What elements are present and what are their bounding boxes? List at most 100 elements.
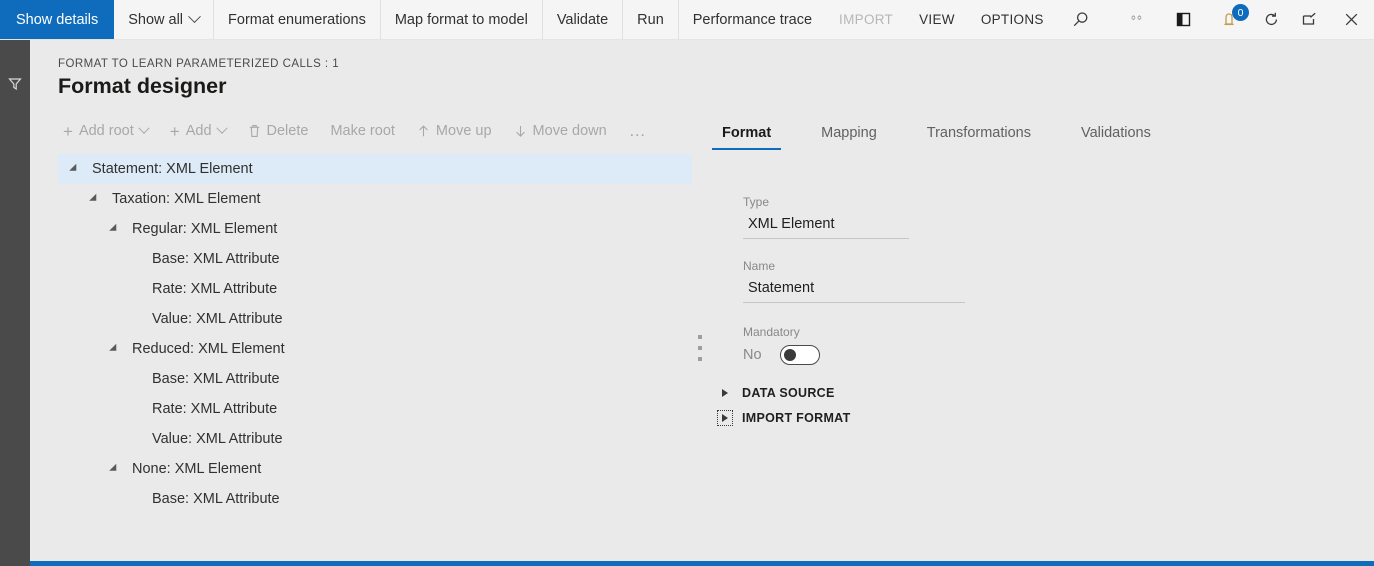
name-input[interactable]: Statement — [743, 276, 965, 303]
name-field: Name Statement — [743, 259, 965, 303]
chevron-right-icon-box — [718, 386, 732, 400]
tree-row[interactable]: Base: XML Attribute — [58, 484, 692, 514]
add-label: Add — [185, 123, 212, 139]
show-details-label: Show details — [16, 11, 99, 28]
close-icon — [1345, 13, 1357, 26]
notifications-button[interactable]: 0 — [1206, 0, 1252, 39]
toolbar-item-label: Format enumerations — [228, 11, 366, 28]
tree-expand-arrow-icon[interactable] — [109, 463, 120, 475]
tab-validations[interactable]: Validations — [1071, 125, 1161, 150]
refresh-button[interactable] — [1252, 0, 1290, 39]
tree-row-label: Base: XML Attribute — [152, 371, 280, 387]
tree-row-label: Value: XML Attribute — [152, 311, 283, 327]
filter-funnel-icon — [8, 78, 22, 91]
tab-label: Transformations — [926, 125, 1031, 141]
tree-row[interactable]: Value: XML Attribute — [58, 424, 692, 454]
format-tree: Statement: XML Element Taxation: XML Elem… — [58, 154, 692, 514]
toolbar-item-label: OPTIONS — [980, 12, 1044, 27]
tree-row[interactable]: Base: XML Attribute — [58, 364, 692, 394]
toolbar-item-label: Validate — [556, 11, 609, 28]
tree-row-label: Reduced: XML Element — [132, 341, 285, 357]
tree-row[interactable]: Statement: XML Element — [58, 154, 692, 184]
tree-row-label: Statement: XML Element — [92, 161, 253, 177]
overflow-menu-button[interactable]: … — [618, 121, 659, 141]
close-button[interactable] — [1328, 0, 1374, 39]
open-in-new-window-icon — [1302, 12, 1316, 25]
panel-splitter-handle[interactable] — [696, 335, 704, 361]
tree-row-label: Regular: XML Element — [132, 221, 278, 237]
arrow-up-icon — [419, 125, 428, 137]
plus-icon: + — [63, 121, 73, 141]
notifications-badge: 0 — [1232, 4, 1249, 21]
tree-expand-arrow-icon[interactable] — [89, 193, 100, 205]
tree-row[interactable]: Base: XML Attribute — [58, 244, 692, 274]
panel-toggle-button[interactable] — [1160, 0, 1206, 39]
toolbar-item-label: Map format to model — [394, 11, 528, 28]
tab-transformations[interactable]: Transformations — [917, 125, 1041, 150]
tree-row[interactable]: Regular: XML Element — [58, 214, 692, 244]
tree-row-label: None: XML Element — [132, 461, 262, 477]
toolbar-item-map-format-to-model[interactable]: Map format to model — [381, 0, 543, 39]
splitter-dot — [698, 357, 702, 361]
toolbar-item-label: IMPORT — [839, 12, 894, 27]
chevron-down-icon — [188, 10, 201, 24]
toolbar-item-performance-trace[interactable]: Performance trace — [679, 0, 826, 39]
mandatory-field: Mandatory No — [743, 325, 820, 365]
tree-row[interactable]: Rate: XML Attribute — [58, 394, 692, 424]
delete-button[interactable]: Delete — [237, 123, 320, 139]
tree-row-label: Rate: XML Attribute — [152, 281, 278, 297]
overflow-dots-icon: … — [628, 121, 648, 140]
left-navigation-rail — [0, 40, 30, 566]
chevron-right-icon — [722, 389, 728, 397]
section-label: DATA SOURCE — [742, 386, 835, 400]
toolbar-item-options[interactable]: OPTIONS — [968, 0, 1057, 39]
toolbar-item-format-enumerations[interactable]: Format enumerations — [214, 0, 381, 39]
tab-format[interactable]: Format — [712, 125, 782, 150]
tab-label: Mapping — [821, 125, 877, 141]
type-label: Type — [743, 195, 770, 209]
move-up-button[interactable]: Move up — [406, 123, 503, 139]
tree-row[interactable]: Value: XML Attribute — [58, 304, 692, 334]
add-root-label: Add root — [78, 123, 134, 139]
tab-mapping[interactable]: Mapping — [811, 125, 887, 150]
chevron-right-icon-box — [717, 410, 733, 426]
tree-row[interactable]: Rate: XML Attribute — [58, 274, 692, 304]
refresh-icon — [1265, 12, 1277, 26]
toolbar-item-run[interactable]: Run — [623, 0, 679, 39]
settings-button[interactable] — [1114, 0, 1160, 39]
add-button[interactable]: + Add — [159, 123, 237, 140]
toolbar-item-view[interactable]: VIEW — [906, 0, 968, 39]
toolbar-item-show-all[interactable]: Show all — [114, 0, 215, 39]
filter-button[interactable] — [0, 70, 30, 98]
tree-row[interactable]: Taxation: XML Element — [58, 184, 692, 214]
move-down-button[interactable]: Move down — [503, 123, 618, 139]
type-value[interactable]: XML Element — [743, 212, 909, 239]
tree-expand-arrow-icon[interactable] — [109, 223, 120, 235]
tab-label: Format — [722, 125, 772, 141]
tree-row[interactable]: None: XML Element — [58, 454, 692, 484]
toolbar-item-label: VIEW — [919, 12, 955, 27]
toolbar-item-label: Performance trace — [692, 11, 813, 28]
window-controls: 0 — [1114, 0, 1374, 39]
search-button[interactable] — [1057, 0, 1105, 39]
book-panel-icon — [1176, 12, 1190, 27]
add-root-button[interactable]: + Add root — [58, 123, 159, 140]
tree-expand-arrow-icon[interactable] — [109, 343, 120, 355]
toolbar-item-validate[interactable]: Validate — [543, 0, 624, 39]
open-in-new-window-button[interactable] — [1290, 0, 1328, 39]
section-import-format[interactable]: IMPORT FORMAT — [717, 410, 851, 426]
toolbar-item-label: Run — [637, 11, 664, 28]
show-details-button[interactable]: Show details — [0, 0, 115, 39]
tree-expand-arrow-icon[interactable] — [69, 163, 80, 175]
detail-pane: Format Mapping Transformations Validatio… — [712, 114, 1352, 150]
make-root-button[interactable]: Make root — [319, 123, 405, 139]
delete-label: Delete — [266, 123, 309, 139]
tree-row-label: Value: XML Attribute — [152, 431, 283, 447]
mandatory-toggle[interactable] — [779, 345, 820, 365]
tree-row[interactable]: Reduced: XML Element — [58, 334, 692, 364]
tree-row-label: Taxation: XML Element — [112, 191, 261, 207]
name-label: Name — [743, 259, 776, 273]
section-label: IMPORT FORMAT — [742, 411, 851, 425]
section-data-source[interactable]: DATA SOURCE — [718, 386, 835, 400]
